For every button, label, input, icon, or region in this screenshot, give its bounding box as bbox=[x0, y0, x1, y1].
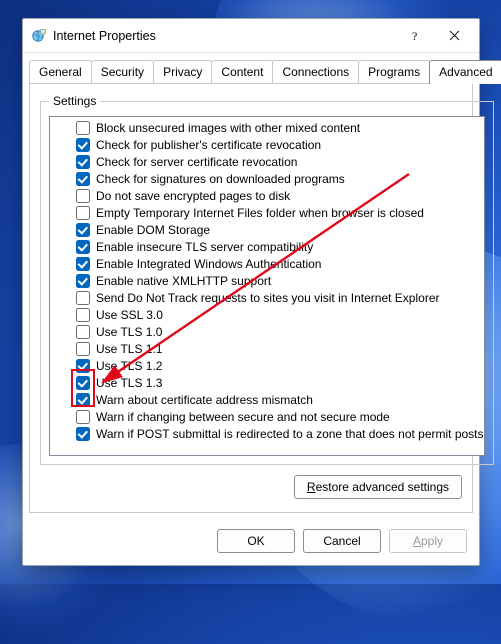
settings-row[interactable]: Check for server certificate revocation bbox=[76, 153, 484, 170]
titlebar: Internet Properties ? bbox=[23, 19, 479, 53]
tab-label: Advanced bbox=[439, 65, 492, 79]
settings-list[interactable]: Block unsecured images with other mixed … bbox=[49, 116, 485, 456]
settings-group-label: Settings bbox=[49, 94, 100, 108]
dialog-buttons: OK Cancel Apply bbox=[23, 519, 479, 565]
tab-label: Connections bbox=[282, 65, 349, 79]
checkbox[interactable] bbox=[76, 410, 90, 424]
tab-label: Programs bbox=[368, 65, 420, 79]
cancel-button[interactable]: Cancel bbox=[303, 529, 381, 553]
ok-button[interactable]: OK bbox=[217, 529, 295, 553]
settings-row-label: Check for server certificate revocation bbox=[96, 155, 297, 169]
checkbox[interactable] bbox=[76, 274, 90, 288]
settings-row[interactable]: Use TLS 1.0 bbox=[76, 323, 484, 340]
checkbox[interactable] bbox=[76, 359, 90, 373]
settings-row-label: Enable native XMLHTTP support bbox=[96, 274, 271, 288]
advanced-tabpanel: Settings Block unsecured images with oth… bbox=[29, 83, 473, 513]
button-label: OK bbox=[247, 534, 264, 548]
checkbox[interactable] bbox=[76, 325, 90, 339]
checkbox[interactable] bbox=[76, 342, 90, 356]
tab-label: Content bbox=[221, 65, 263, 79]
checkbox[interactable] bbox=[76, 121, 90, 135]
settings-row-label: Warn if POST submittal is redirected to … bbox=[96, 427, 484, 441]
settings-row[interactable]: Enable insecure TLS server compatibility bbox=[76, 238, 484, 255]
settings-row[interactable]: Enable native XMLHTTP support bbox=[76, 272, 484, 289]
settings-row[interactable]: Enable DOM Storage bbox=[76, 221, 484, 238]
tab-content[interactable]: Content bbox=[211, 60, 273, 84]
window-title: Internet Properties bbox=[53, 29, 397, 43]
svg-text:?: ? bbox=[412, 30, 417, 42]
tab-advanced[interactable]: Advanced bbox=[429, 60, 501, 84]
checkbox[interactable] bbox=[76, 427, 90, 441]
tab-general[interactable]: General bbox=[29, 60, 92, 84]
checkbox[interactable] bbox=[76, 138, 90, 152]
tab-programs[interactable]: Programs bbox=[358, 60, 430, 84]
button-label-rest: pply bbox=[421, 534, 443, 548]
settings-row[interactable]: Warn if POST submittal is redirected to … bbox=[76, 425, 484, 442]
internet-options-icon bbox=[31, 28, 47, 44]
settings-row[interactable]: Empty Temporary Internet Files folder wh… bbox=[76, 204, 484, 221]
settings-row[interactable]: Warn about certificate address mismatch bbox=[76, 391, 484, 408]
checkbox[interactable] bbox=[76, 393, 90, 407]
accel: R bbox=[307, 480, 316, 494]
checkbox[interactable] bbox=[76, 240, 90, 254]
checkbox[interactable] bbox=[76, 206, 90, 220]
settings-row[interactable]: Check for signatures on downloaded progr… bbox=[76, 170, 484, 187]
settings-row[interactable]: Warn if changing between secure and not … bbox=[76, 408, 484, 425]
settings-row[interactable]: Do not save encrypted pages to disk bbox=[76, 187, 484, 204]
close-button[interactable] bbox=[435, 22, 473, 50]
settings-row[interactable]: Block unsecured images with other mixed … bbox=[76, 119, 484, 136]
checkbox[interactable] bbox=[76, 308, 90, 322]
internet-properties-dialog: Internet Properties ? General Security P… bbox=[22, 18, 480, 566]
tabstrip: General Security Privacy Content Connect… bbox=[23, 53, 479, 83]
settings-row[interactable]: Send Do Not Track requests to sites you … bbox=[76, 289, 484, 306]
checkbox[interactable] bbox=[76, 223, 90, 237]
button-label: Cancel bbox=[323, 534, 360, 548]
settings-row[interactable]: Use TLS 1.2 bbox=[76, 357, 484, 374]
settings-row-label: Block unsecured images with other mixed … bbox=[96, 121, 360, 135]
tab-security[interactable]: Security bbox=[91, 60, 154, 84]
settings-row-label: Warn if changing between secure and not … bbox=[96, 410, 390, 424]
restore-row: Restore advanced settings bbox=[40, 475, 462, 499]
settings-row-label: Use SSL 3.0 bbox=[96, 308, 163, 322]
accel: A bbox=[413, 534, 421, 548]
settings-row-label: Use TLS 1.1 bbox=[96, 342, 162, 356]
checkbox[interactable] bbox=[76, 257, 90, 271]
settings-row[interactable]: Enable Integrated Windows Authentication bbox=[76, 255, 484, 272]
tab-privacy[interactable]: Privacy bbox=[153, 60, 212, 84]
settings-row-label: Use TLS 1.2 bbox=[96, 359, 162, 373]
apply-button[interactable]: Apply bbox=[389, 529, 467, 553]
settings-row-label: Enable DOM Storage bbox=[96, 223, 210, 237]
checkbox[interactable] bbox=[76, 291, 90, 305]
settings-row-label: Empty Temporary Internet Files folder wh… bbox=[96, 206, 424, 220]
settings-row[interactable]: Check for publisher's certificate revoca… bbox=[76, 136, 484, 153]
tab-label: Privacy bbox=[163, 65, 202, 79]
settings-row-label: Check for signatures on downloaded progr… bbox=[96, 172, 345, 186]
settings-group: Settings Block unsecured images with oth… bbox=[40, 94, 494, 465]
checkbox[interactable] bbox=[76, 376, 90, 390]
settings-row-label: Warn about certificate address mismatch bbox=[96, 393, 313, 407]
button-label-rest: estore advanced settings bbox=[316, 480, 449, 494]
checkbox[interactable] bbox=[76, 189, 90, 203]
tab-label: Security bbox=[101, 65, 144, 79]
settings-row[interactable]: Use TLS 1.1 bbox=[76, 340, 484, 357]
checkbox[interactable] bbox=[76, 172, 90, 186]
restore-advanced-button[interactable]: Restore advanced settings bbox=[294, 475, 462, 499]
help-button[interactable]: ? bbox=[397, 22, 435, 50]
tab-label: General bbox=[39, 65, 82, 79]
settings-row[interactable]: Use TLS 1.3 bbox=[76, 374, 484, 391]
settings-row-label: Use TLS 1.0 bbox=[96, 325, 162, 339]
settings-row-label: Do not save encrypted pages to disk bbox=[96, 189, 290, 203]
checkbox[interactable] bbox=[76, 155, 90, 169]
settings-row-label: Send Do Not Track requests to sites you … bbox=[96, 291, 440, 305]
settings-row-label: Check for publisher's certificate revoca… bbox=[96, 138, 321, 152]
settings-row-label: Use TLS 1.3 bbox=[96, 376, 162, 390]
tab-connections[interactable]: Connections bbox=[272, 60, 359, 84]
settings-row-label: Enable Integrated Windows Authentication bbox=[96, 257, 321, 271]
settings-row-label: Enable insecure TLS server compatibility bbox=[96, 240, 313, 254]
settings-row[interactable]: Use SSL 3.0 bbox=[76, 306, 484, 323]
